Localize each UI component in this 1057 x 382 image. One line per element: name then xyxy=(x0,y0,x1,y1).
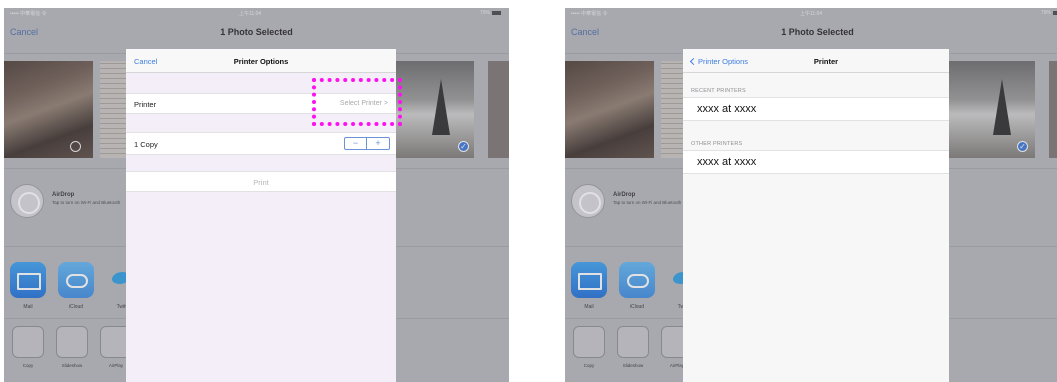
popover-title: Printer Options xyxy=(233,57,289,66)
other-printer-row[interactable]: xxxx at xxxx xyxy=(683,150,949,174)
increment-button[interactable]: + xyxy=(367,138,389,149)
copies-row: 1 Copy − + xyxy=(126,132,396,155)
recent-printer-row[interactable]: xxxx at xxxx xyxy=(683,97,949,121)
printer-name: xxxx at xxxx xyxy=(697,103,757,115)
copies-stepper[interactable]: − + xyxy=(344,137,390,150)
select-printer-highlight-box xyxy=(312,78,402,126)
printer-label: Printer xyxy=(134,100,157,109)
popover-title: Printer xyxy=(813,57,839,66)
printer-name: xxxx at xxxx xyxy=(697,156,757,168)
ipad-screenshot-printer-list: ••••• 中華電信 令 上午11:04 79% Cancel 1 Photo … xyxy=(565,8,1057,382)
print-label: Print xyxy=(253,178,269,187)
popover-header: Printer Options Printer xyxy=(683,49,949,73)
ipad-screenshot-printer-options: ••••• 中華電信 令 上午11:04 79% Cancel 1 Photo … xyxy=(4,8,509,382)
copies-label: 1 Copy xyxy=(134,140,158,149)
other-printers-header: OTHER PRINTERS xyxy=(691,141,743,147)
decrement-button[interactable]: − xyxy=(345,138,367,149)
printer-list-popover: Printer Options Printer RECENT PRINTERS … xyxy=(683,49,949,382)
print-button[interactable]: Print xyxy=(126,171,396,192)
recent-printers-header: RECENT PRINTERS xyxy=(691,88,746,94)
popover-header: Cancel Printer Options xyxy=(126,49,396,73)
chevron-left-icon[interactable] xyxy=(689,57,698,66)
